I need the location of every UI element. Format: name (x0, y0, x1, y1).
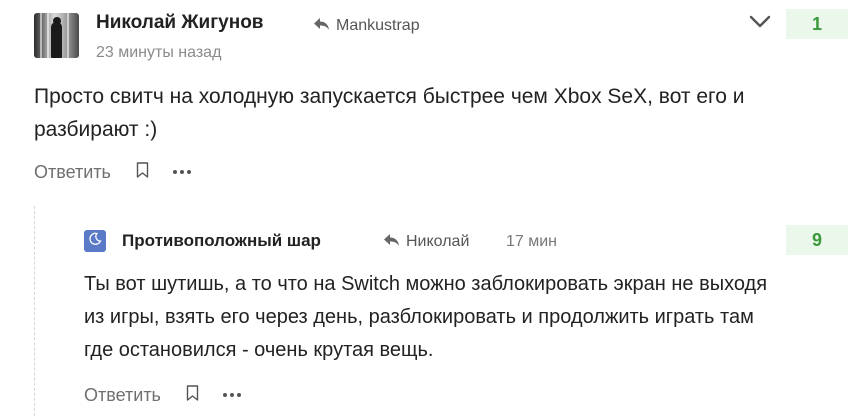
comment-text: Просто свитч на холодную запускается быс… (34, 85, 745, 141)
reply-arrow-icon (313, 17, 330, 36)
thread-line[interactable] (34, 206, 35, 416)
avatar-decor (51, 22, 62, 58)
dot (222, 393, 227, 397)
more-dots-icon[interactable] (222, 386, 241, 404)
more-dots-icon[interactable] (172, 163, 191, 181)
avatar-decor (47, 13, 49, 58)
comment-actions: Ответить (34, 158, 191, 186)
bookmark-button[interactable] (185, 384, 201, 406)
reply-button[interactable]: Ответить (84, 385, 161, 406)
reply-to-name: Mankustrap (336, 17, 420, 34)
comment-timestamp[interactable]: 17 мин (506, 233, 557, 251)
collapse-button[interactable] (748, 12, 772, 36)
dot (179, 170, 184, 174)
avatar[interactable] (34, 13, 79, 58)
dot (236, 393, 241, 397)
reply-to-name: Николай (406, 233, 470, 250)
reply-button[interactable]: Ответить (34, 162, 111, 183)
reply-arrow-icon (383, 233, 400, 252)
moon-icon (88, 232, 102, 251)
avatar[interactable] (84, 230, 106, 252)
dot (229, 393, 234, 397)
avatar-decor (40, 13, 42, 58)
dot (186, 170, 191, 174)
reply-to-link[interactable]: Mankustrap (313, 16, 420, 36)
avatar-decor (67, 13, 69, 58)
comment-actions: Ответить (84, 381, 241, 409)
comment-author[interactable]: Противоположный шар (122, 231, 321, 251)
comment: Николай Жигунов Mankustrap 23 минуты наз… (0, 0, 850, 200)
comment-rating: 9 (786, 225, 848, 255)
bookmark-button[interactable] (135, 161, 151, 183)
comment-author[interactable]: Николай Жигунов (96, 12, 263, 34)
comments-page: Николай Жигунов Mankustrap 23 минуты наз… (0, 0, 850, 416)
comment-text: Ты вот шутишь, а то что на Switch можно … (84, 273, 768, 361)
comment-rating: 1 (786, 9, 848, 39)
bookmark-icon (186, 384, 199, 406)
bookmark-icon (136, 161, 149, 183)
dot (172, 170, 177, 174)
chevron-down-icon (749, 15, 771, 34)
comment-timestamp[interactable]: 23 минуты назад (96, 44, 221, 62)
reply-to-link[interactable]: Николай (383, 232, 469, 252)
